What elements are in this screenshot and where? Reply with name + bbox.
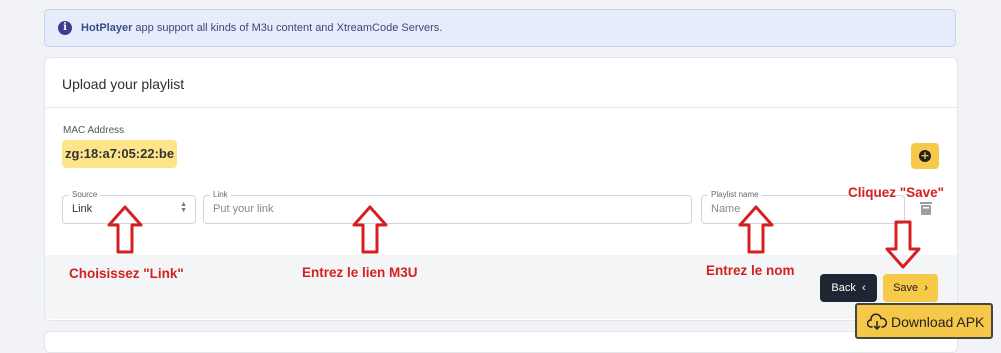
chevron-left-icon: ‹ <box>858 282 866 294</box>
source-legend: Source <box>69 190 101 200</box>
add-button[interactable]: + <box>911 143 939 169</box>
arrow-up-icon <box>107 205 143 254</box>
annotation-name: Entrez le nom <box>706 263 795 278</box>
back-label: Back <box>831 282 856 294</box>
mac-value: zg:18:a7:05:22:be <box>62 140 178 168</box>
back-button[interactable]: Back ‹ <box>820 274 877 302</box>
card-header: Upload your playlist <box>45 58 957 108</box>
info-icon: i <box>58 21 72 35</box>
plus-icon: + <box>919 149 931 162</box>
source-value: Link <box>72 203 93 215</box>
upload-card: Upload your playlist MAC Address zg:18:a… <box>44 57 958 321</box>
annotation-link: Entrez le lien M3U <box>302 265 418 280</box>
annotation-source: Choisissez "Link" <box>69 266 184 281</box>
mac-label: MAC Address <box>63 125 125 136</box>
link-legend: Link <box>210 190 231 200</box>
page-title: Upload your playlist <box>62 76 185 92</box>
trash-icon[interactable] <box>920 202 932 215</box>
info-text: HotPlayer app support all kinds of M3u c… <box>81 22 442 34</box>
info-message: app support all kinds of M3u content and… <box>132 22 443 34</box>
arrow-up-icon <box>738 205 774 254</box>
playlist-name-placeholder: Name <box>711 203 741 215</box>
arrow-up-icon <box>352 205 388 254</box>
next-card <box>44 331 958 353</box>
up-down-chevron-icon: ▲ ▼ <box>180 201 187 214</box>
save-button[interactable]: Save › <box>883 274 938 302</box>
download-apk-button[interactable]: Download APK <box>855 303 993 339</box>
arrow-down-icon <box>885 220 921 269</box>
link-input[interactable]: Link Put your link <box>203 190 692 224</box>
download-apk-label: Download APK <box>891 314 985 330</box>
cloud-download-icon <box>867 313 887 331</box>
info-alert: i HotPlayer app support all kinds of M3u… <box>44 9 956 47</box>
link-placeholder: Put your link <box>213 203 274 215</box>
save-label: Save <box>893 282 919 294</box>
annotation-save: Cliquez "Save" <box>848 185 945 200</box>
chevron-right-icon: › <box>921 282 928 294</box>
playlist-name-legend: Playlist name <box>708 190 762 200</box>
brand-name: HotPlayer <box>81 22 133 34</box>
